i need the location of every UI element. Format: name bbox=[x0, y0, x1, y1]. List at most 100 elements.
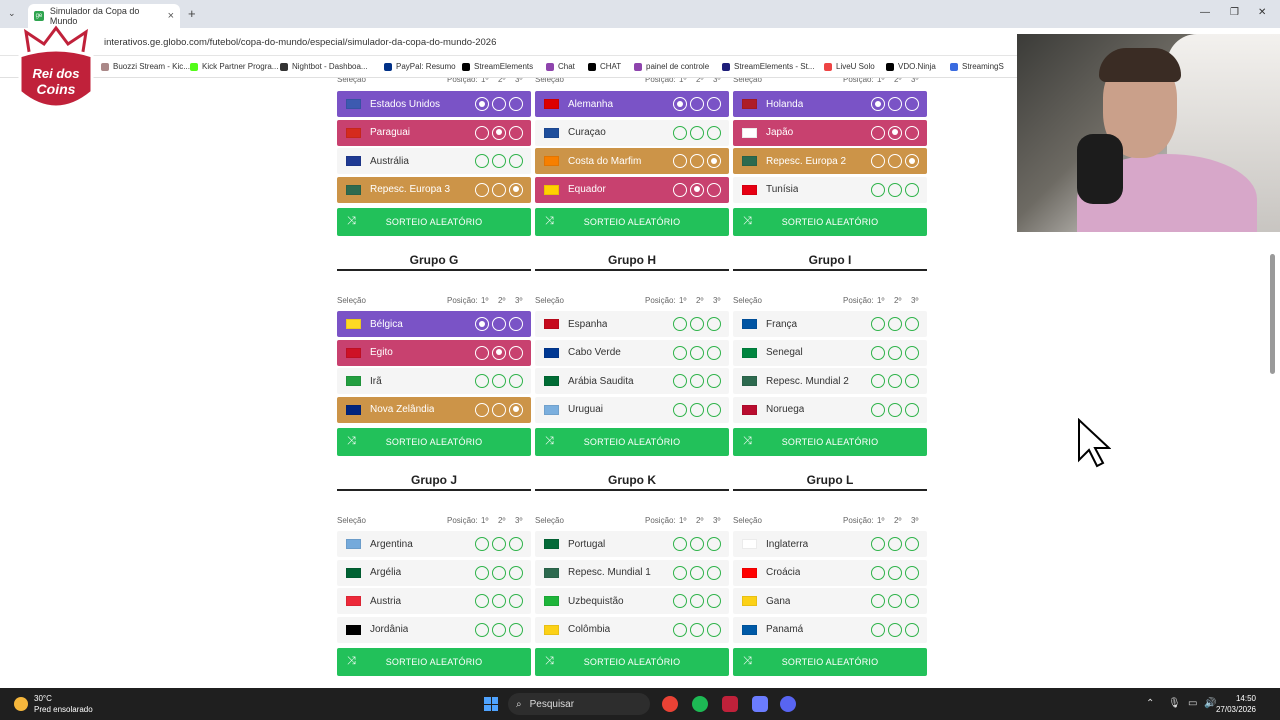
position-2-radio[interactable] bbox=[888, 125, 902, 140]
bookmark-item[interactable]: LiveU Solo bbox=[824, 62, 875, 71]
position-3-radio[interactable] bbox=[707, 565, 721, 580]
position-3-radio[interactable] bbox=[905, 97, 919, 111]
position-1-radio[interactable] bbox=[871, 402, 885, 417]
position-1-radio[interactable] bbox=[871, 154, 885, 169]
position-2-radio[interactable] bbox=[492, 317, 506, 331]
spotify-icon[interactable] bbox=[692, 696, 708, 712]
obs-icon[interactable] bbox=[752, 696, 768, 712]
random-draw-button[interactable]: ⤨ SORTEIO ALEATÓRIO bbox=[535, 428, 729, 456]
position-1-radio[interactable] bbox=[871, 182, 885, 197]
position-1-radio[interactable] bbox=[673, 402, 687, 417]
position-3-radio[interactable] bbox=[509, 345, 523, 360]
network-icon[interactable]: ▭ bbox=[1188, 698, 1197, 709]
position-1-radio[interactable] bbox=[673, 622, 687, 637]
bookmark-item[interactable]: VDO.Ninja bbox=[886, 62, 936, 71]
bookmark-item[interactable]: StreamingS bbox=[950, 62, 1004, 71]
position-1-radio[interactable] bbox=[673, 345, 687, 360]
position-3-radio[interactable] bbox=[707, 97, 721, 111]
position-3-radio[interactable] bbox=[509, 565, 523, 580]
position-3-radio[interactable] bbox=[905, 182, 919, 197]
position-3-radio[interactable] bbox=[905, 374, 919, 389]
position-3-radio[interactable] bbox=[905, 565, 919, 580]
position-2-radio[interactable] bbox=[690, 374, 704, 389]
new-tab-icon[interactable]: + bbox=[188, 6, 196, 21]
position-3-radio[interactable] bbox=[905, 125, 919, 140]
position-2-radio[interactable] bbox=[690, 182, 704, 197]
position-3-radio[interactable] bbox=[905, 154, 919, 169]
url-text[interactable]: interativos.ge.globo.com/futebol/copa-do… bbox=[104, 37, 496, 48]
position-1-radio[interactable] bbox=[673, 125, 687, 140]
position-3-radio[interactable] bbox=[509, 537, 523, 551]
position-3-radio[interactable] bbox=[905, 537, 919, 551]
start-icon[interactable] bbox=[484, 697, 498, 711]
position-2-radio[interactable] bbox=[888, 154, 902, 169]
position-2-radio[interactable] bbox=[888, 622, 902, 637]
tab-list-icon[interactable]: ⌄ bbox=[8, 8, 16, 19]
position-1-radio[interactable] bbox=[475, 182, 489, 197]
random-draw-button[interactable]: ⤨ SORTEIO ALEATÓRIO bbox=[535, 208, 729, 236]
position-1-radio[interactable] bbox=[871, 317, 885, 331]
app-icon[interactable] bbox=[722, 696, 738, 712]
position-2-radio[interactable] bbox=[690, 565, 704, 580]
position-1-radio[interactable] bbox=[871, 537, 885, 551]
random-draw-button[interactable]: ⤨ SORTEIO ALEATÓRIO bbox=[337, 208, 531, 236]
position-2-radio[interactable] bbox=[888, 345, 902, 360]
close-window-icon[interactable]: ✕ bbox=[1258, 7, 1266, 18]
position-3-radio[interactable] bbox=[509, 594, 523, 609]
position-3-radio[interactable] bbox=[707, 125, 721, 140]
position-2-radio[interactable] bbox=[492, 565, 506, 580]
position-1-radio[interactable] bbox=[673, 537, 687, 551]
position-1-radio[interactable] bbox=[673, 97, 687, 111]
position-3-radio[interactable] bbox=[707, 622, 721, 637]
position-1-radio[interactable] bbox=[673, 374, 687, 389]
bookmark-item[interactable]: Kick Partner Progra... bbox=[190, 62, 278, 71]
position-3-radio[interactable] bbox=[509, 97, 523, 111]
position-1-radio[interactable] bbox=[871, 125, 885, 140]
position-3-radio[interactable] bbox=[707, 345, 721, 360]
position-1-radio[interactable] bbox=[475, 402, 489, 417]
bookmark-item[interactable]: Buozzi Stream - Kic... bbox=[101, 62, 190, 71]
random-draw-button[interactable]: ⤨ SORTEIO ALEATÓRIO bbox=[337, 428, 531, 456]
position-2-radio[interactable] bbox=[888, 565, 902, 580]
position-2-radio[interactable] bbox=[690, 345, 704, 360]
bookmark-item[interactable]: painel de controle bbox=[634, 62, 709, 71]
position-3-radio[interactable] bbox=[707, 537, 721, 551]
chrome-icon[interactable] bbox=[662, 696, 678, 712]
position-1-radio[interactable] bbox=[475, 565, 489, 580]
random-draw-button[interactable]: ⤨ SORTEIO ALEATÓRIO bbox=[733, 428, 927, 456]
bookmark-item[interactable]: CHAT bbox=[588, 62, 621, 71]
position-2-radio[interactable] bbox=[690, 402, 704, 417]
volume-icon[interactable]: 🔊 bbox=[1204, 698, 1216, 709]
position-1-radio[interactable] bbox=[871, 594, 885, 609]
position-2-radio[interactable] bbox=[690, 125, 704, 140]
clock[interactable]: 14:50 27/03/2026 bbox=[1216, 693, 1256, 715]
position-2-radio[interactable] bbox=[888, 317, 902, 331]
random-draw-button[interactable]: ⤨ SORTEIO ALEATÓRIO bbox=[733, 208, 927, 236]
position-1-radio[interactable] bbox=[475, 154, 489, 169]
position-1-radio[interactable] bbox=[475, 594, 489, 609]
position-1-radio[interactable] bbox=[673, 594, 687, 609]
position-3-radio[interactable] bbox=[707, 402, 721, 417]
position-3-radio[interactable] bbox=[905, 345, 919, 360]
discord-icon[interactable] bbox=[780, 696, 796, 712]
position-3-radio[interactable] bbox=[905, 402, 919, 417]
position-3-radio[interactable] bbox=[905, 594, 919, 609]
restore-icon[interactable]: ❐ bbox=[1230, 7, 1239, 18]
position-2-radio[interactable] bbox=[888, 97, 902, 111]
position-1-radio[interactable] bbox=[475, 622, 489, 637]
bookmark-item[interactable]: StreamElements bbox=[462, 62, 533, 71]
position-2-radio[interactable] bbox=[888, 537, 902, 551]
weather-widget[interactable]: 30°C Pred ensolarado bbox=[14, 693, 93, 715]
bookmark-item[interactable]: Chat bbox=[546, 62, 575, 71]
position-3-radio[interactable] bbox=[707, 317, 721, 331]
position-2-radio[interactable] bbox=[492, 594, 506, 609]
position-3-radio[interactable] bbox=[509, 317, 523, 331]
position-3-radio[interactable] bbox=[509, 125, 523, 140]
position-2-radio[interactable] bbox=[492, 345, 506, 360]
position-1-radio[interactable] bbox=[475, 374, 489, 389]
mic-icon[interactable]: 🎙 bbox=[1168, 698, 1181, 709]
bookmark-item[interactable]: Nightbot - Dashboa... bbox=[280, 62, 368, 71]
position-2-radio[interactable] bbox=[492, 154, 506, 169]
position-1-radio[interactable] bbox=[673, 317, 687, 331]
position-3-radio[interactable] bbox=[707, 374, 721, 389]
